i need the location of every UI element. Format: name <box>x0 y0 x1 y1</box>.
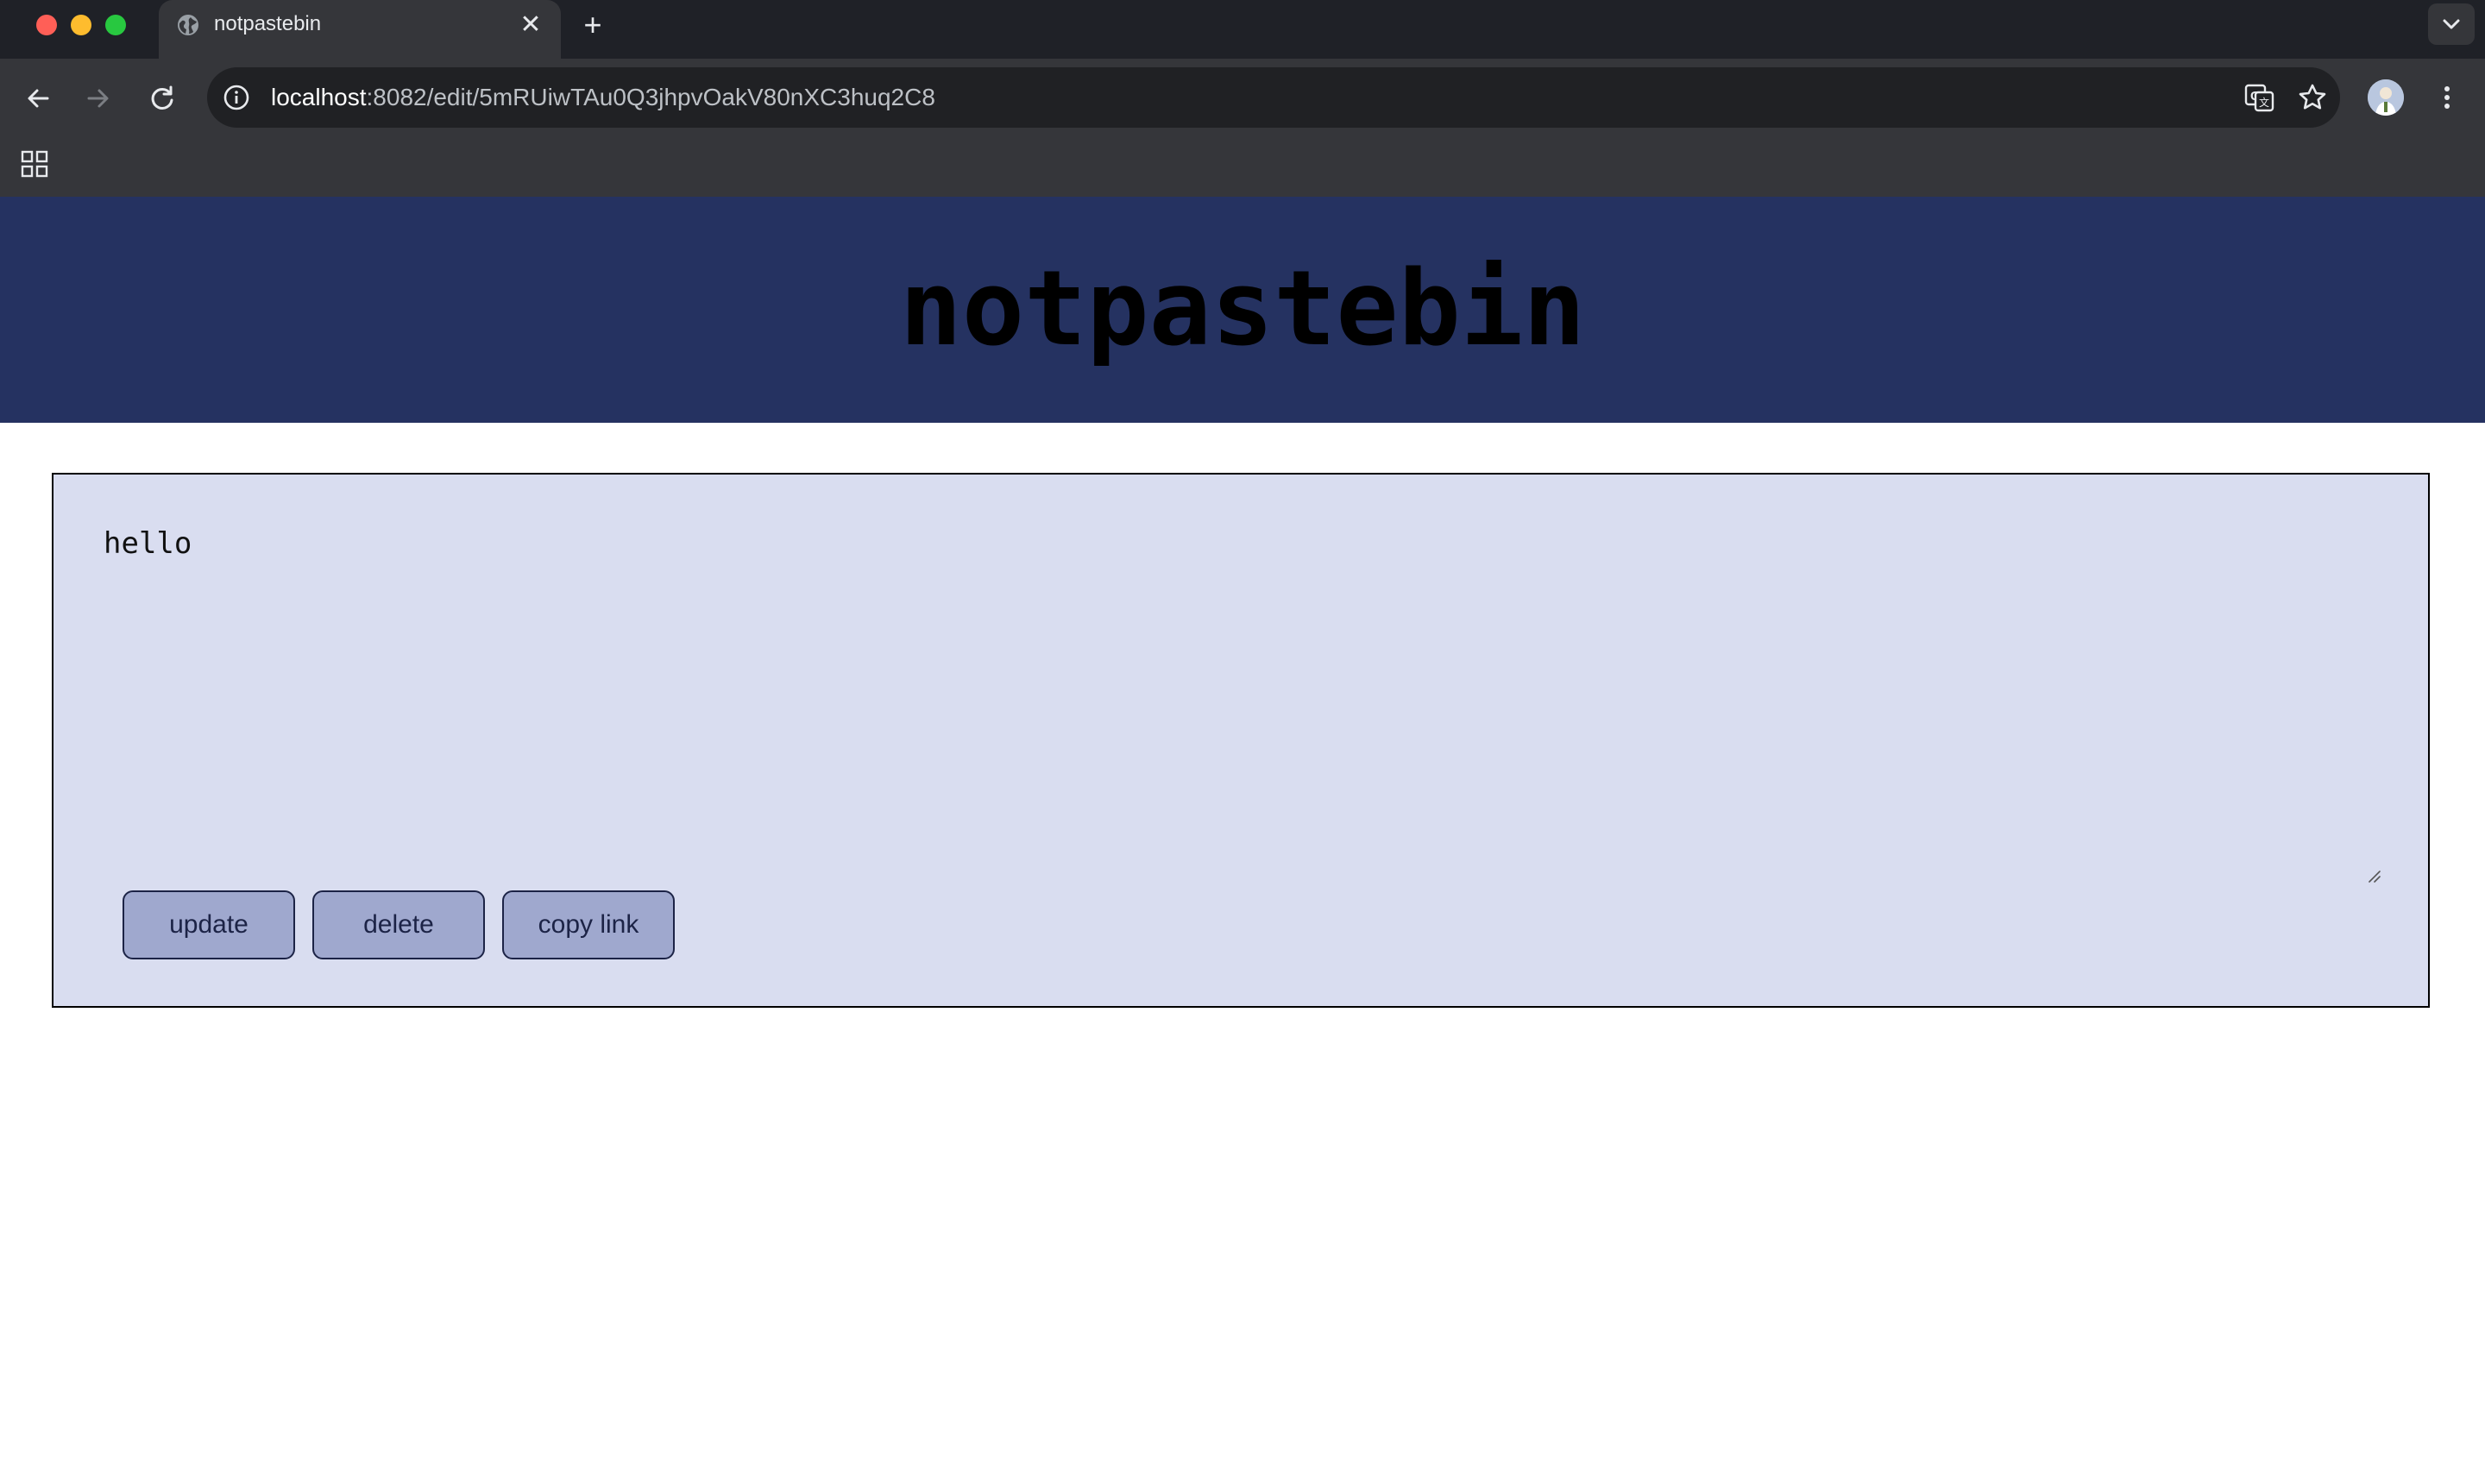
arrow-right-icon <box>87 89 109 108</box>
copy-link-button[interactable]: copy link <box>502 890 675 959</box>
url-text[interactable]: localhost:8082/edit/5mRUiwTAu0Q3jhpvOakV… <box>271 84 935 111</box>
forward-button[interactable] <box>81 81 116 116</box>
window-close-button[interactable] <box>36 15 57 35</box>
globe-icon <box>176 13 200 37</box>
delete-button[interactable]: delete <box>312 890 485 959</box>
chevron-down-icon <box>2443 19 2460 29</box>
paste-editor-panel: hello update delete copy link <box>52 473 2433 1008</box>
reload-button[interactable] <box>145 81 179 116</box>
translate-icon[interactable]: G 文 <box>2242 80 2276 115</box>
url-path: :8082/edit/5mRUiwTAu0Q3jhpvOakV80nXC3huq… <box>366 84 935 110</box>
apps-grid-icon[interactable] <box>17 147 52 181</box>
paste-content-textarea[interactable]: hello <box>104 525 2433 887</box>
window-minimize-button[interactable] <box>71 15 91 35</box>
svg-text:文: 文 <box>2259 96 2269 109</box>
page-title: notpastebin <box>899 249 1586 369</box>
url-host: localhost <box>271 84 367 110</box>
kebab-menu-icon[interactable] <box>2432 79 2463 116</box>
tab-close-icon[interactable]: ✕ <box>518 12 544 38</box>
tab-search-button[interactable] <box>2428 3 2475 45</box>
window-maximize-button[interactable] <box>105 15 126 35</box>
back-button[interactable] <box>21 81 55 116</box>
profile-icon <box>2368 79 2404 116</box>
arrow-left-icon <box>28 89 49 108</box>
resize-handle-icon[interactable] <box>2364 866 2381 883</box>
info-icon[interactable] <box>219 80 254 115</box>
browser-tab-strip: notpastebin ✕ + <box>0 0 2485 59</box>
star-icon[interactable] <box>2295 80 2330 115</box>
reload-icon <box>151 85 173 110</box>
new-tab-button[interactable]: + <box>578 9 607 41</box>
browser-toolbar: localhost:8082/edit/5mRUiwTAu0Q3jhpvOakV… <box>0 59 2485 197</box>
browser-tab[interactable]: notpastebin ✕ <box>159 0 561 59</box>
tab-title: notpastebin <box>214 12 322 35</box>
site-header: notpastebin <box>0 197 2485 423</box>
address-bar[interactable]: localhost:8082/edit/5mRUiwTAu0Q3jhpvOakV… <box>207 67 2340 128</box>
avatar[interactable] <box>2368 79 2404 116</box>
update-button[interactable]: update <box>123 890 295 959</box>
